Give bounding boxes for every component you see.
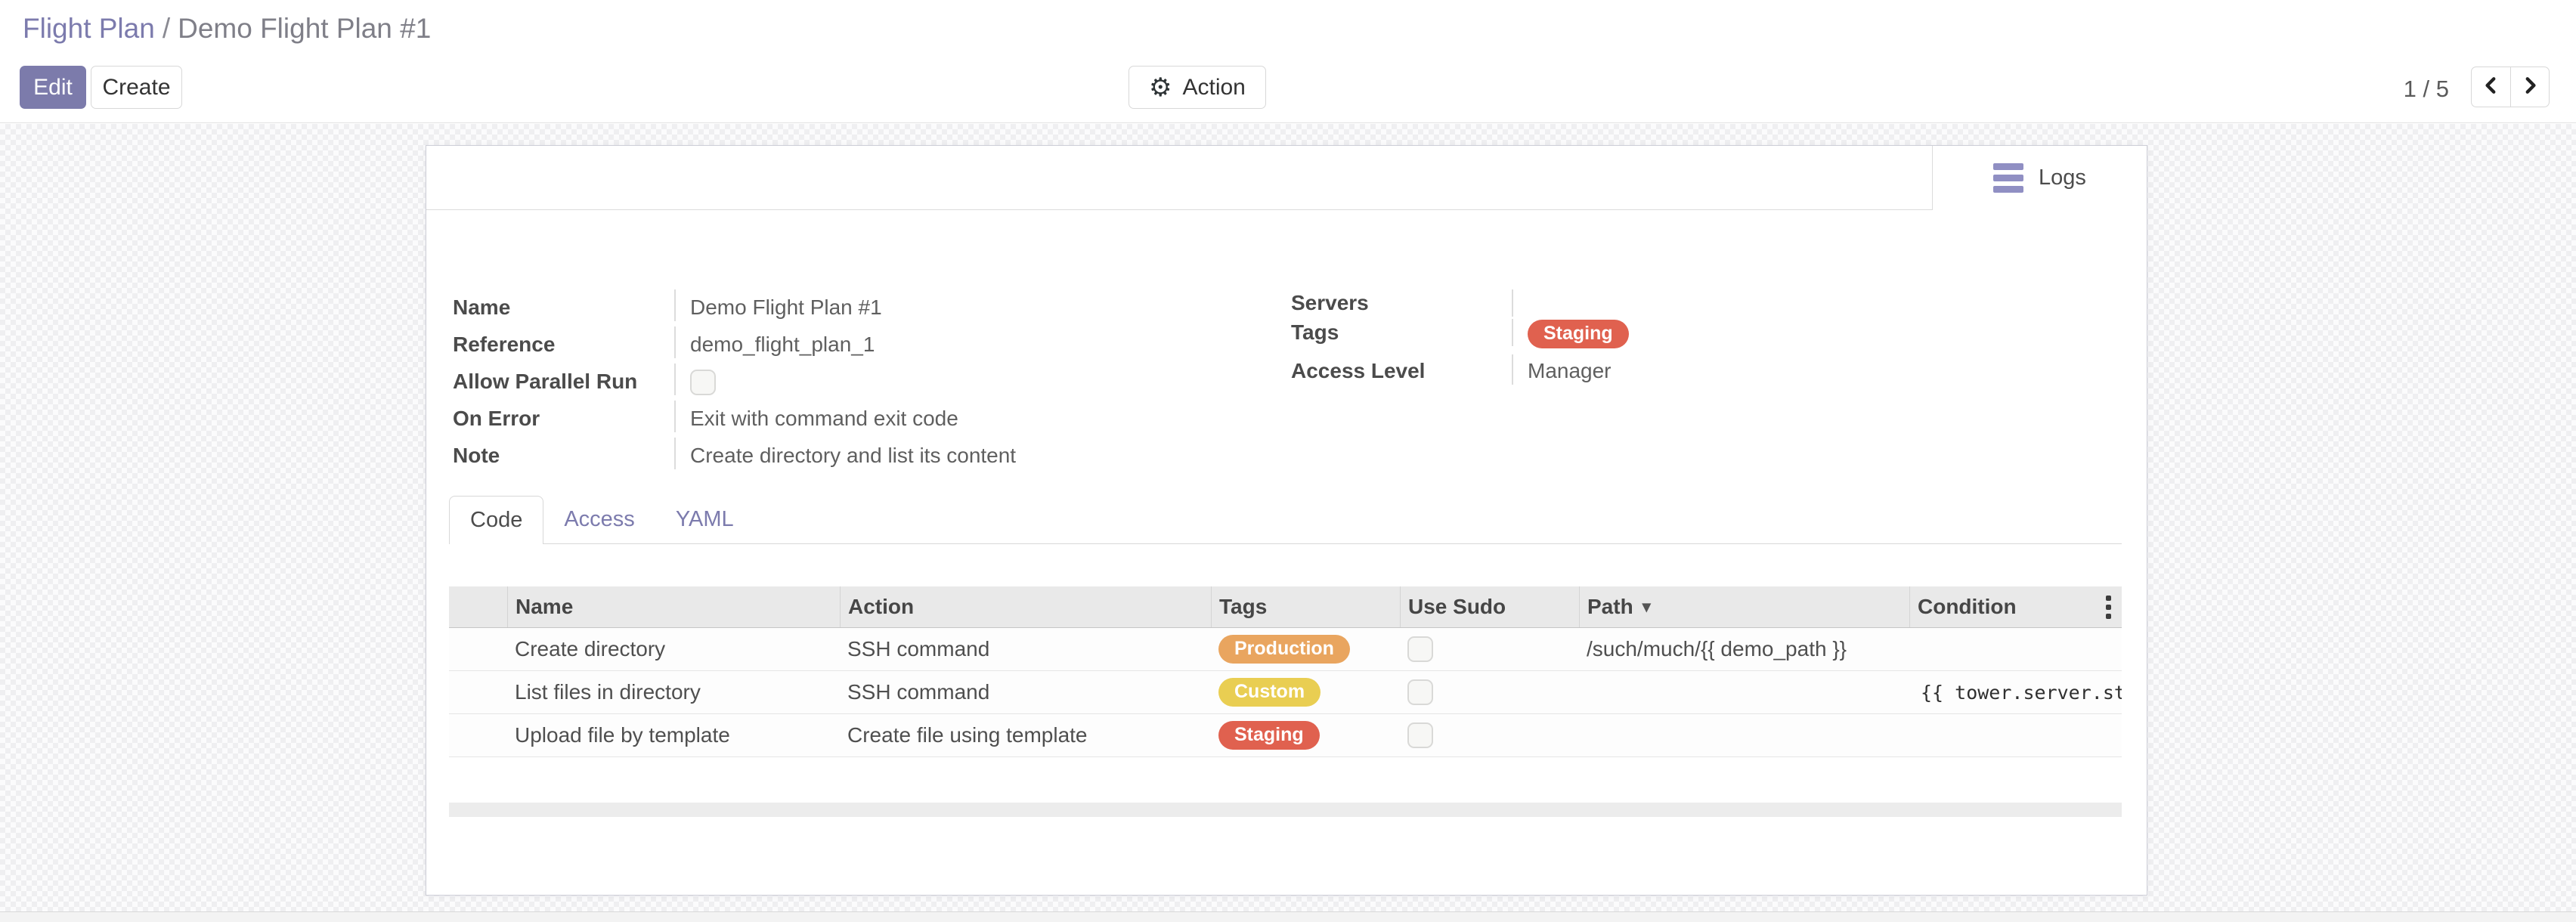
row-action-cell: SSH command [840,637,1211,661]
sort-descending-icon: ▾ [1643,597,1651,617]
breadcrumb-separator: / [155,13,178,44]
field-row-tags: Tags Staging [1287,319,2122,354]
field-row-servers: Servers [1287,289,2122,319]
breadcrumb-parent-link[interactable]: Flight Plan [23,13,155,44]
tag-staging: Staging [1218,721,1320,750]
notebook-tabs: Code Access YAML [449,497,2122,544]
action-menu-button[interactable]: ⚙ Action [1129,66,1266,109]
row-condition-cell: {{ tower.server.st [1909,682,2122,704]
tab-access[interactable]: Access [543,496,655,543]
pager-next-button[interactable] [2510,67,2550,107]
field-row-name: Name Demo Flight Plan #1 [449,289,1265,326]
horizontal-scrollbar[interactable] [449,803,2122,817]
command-list-table: Name Action Tags Use Sudo Path ▾ Conditi… [449,586,2122,757]
allow-parallel-run-checkbox[interactable] [690,370,716,395]
control-panel: Flight Plan/Demo Flight Plan #1 Edit Cre… [0,0,2576,123]
pager [2471,67,2550,107]
row-tags-cell: Production [1211,635,1400,664]
field-row-access-level: Access Level Manager [1287,354,2122,392]
reference-field-value: demo_flight_plan_1 [676,326,875,358]
name-field-label: Name [449,289,676,321]
pager-value[interactable]: 1 / 5 [2404,76,2449,103]
access-level-field-label: Access Level [1287,354,1513,385]
breadcrumb: Flight Plan/Demo Flight Plan #1 [23,12,431,45]
breadcrumb-current: Demo Flight Plan #1 [178,13,431,44]
optional-columns-icon[interactable] [2106,586,2111,628]
tag-custom: Custom [1218,678,1321,707]
row-action-cell: SSH command [840,680,1211,704]
tags-field-label: Tags [1287,319,1513,346]
chevron-right-icon [2520,74,2540,101]
column-header-tags[interactable]: Tags [1211,586,1400,627]
use-sudo-checkbox[interactable] [1407,679,1433,705]
name-field-value: Demo Flight Plan #1 [676,289,882,321]
tab-code[interactable]: Code [449,496,543,544]
servers-field-label: Servers [1287,289,1513,317]
row-name-cell: Create directory [507,637,840,661]
form-sheet: Logs Name Demo Flight Plan #1 Reference … [426,145,2147,896]
row-use-sudo-cell [1400,636,1579,662]
column-header-condition[interactable]: Condition [1909,586,2122,627]
on-error-field-value: Exit with command exit code [676,401,958,432]
tags-field-value: Staging [1513,319,1629,348]
flight-plan-form-view: Flight Plan/Demo Flight Plan #1 Edit Cre… [0,0,2576,922]
column-header-use-sudo[interactable]: Use Sudo [1400,586,1579,627]
row-use-sudo-cell [1400,679,1579,705]
field-row-note: Note Create directory and list its conte… [449,438,1265,475]
logs-stat-button[interactable]: Logs [1932,146,2147,210]
table-row[interactable]: Create directory SSH command Production … [449,628,2122,671]
column-header-handle [449,586,507,627]
row-name-cell: List files in directory [507,680,840,704]
bottom-edge-strip [0,911,2576,922]
field-row-on-error: On Error Exit with command exit code [449,401,1265,438]
use-sudo-checkbox[interactable] [1407,722,1433,748]
create-button[interactable]: Create [91,66,182,109]
field-row-allow-parallel-run: Allow Parallel Run [449,364,1265,401]
pager-previous-button[interactable] [2471,67,2510,107]
gear-icon: ⚙ [1149,75,1172,101]
table-row[interactable]: List files in directory SSH command Cust… [449,671,2122,714]
logs-button-label: Logs [2039,166,2086,190]
table-header-row: Name Action Tags Use Sudo Path ▾ Conditi… [449,586,2122,628]
note-field-label: Note [449,438,676,469]
chevron-left-icon [2482,74,2501,101]
use-sudo-checkbox[interactable] [1407,636,1433,662]
note-field-value: Create directory and list its content [676,438,1016,469]
edit-button[interactable]: Edit [20,66,86,109]
row-path-cell: /such/much/{{ demo_path }} [1579,637,1909,661]
field-row-reference: Reference demo_flight_plan_1 [449,326,1265,364]
tag-production: Production [1218,635,1350,664]
on-error-field-label: On Error [449,401,676,432]
column-header-path-label: Path [1587,595,1633,619]
action-menu-label: Action [1182,75,1245,101]
column-header-name[interactable]: Name [507,586,840,627]
column-header-action[interactable]: Action [840,586,1211,627]
table-row[interactable]: Upload file by template Create file usin… [449,714,2122,757]
row-tags-cell: Staging [1211,721,1400,750]
allow-parallel-run-field-label: Allow Parallel Run [449,364,676,395]
access-level-field-value: Manager [1513,354,1612,385]
button-box: Logs [426,146,2147,210]
allow-parallel-run-field-value [676,364,716,395]
field-group-left: Name Demo Flight Plan #1 Reference demo_… [449,289,1265,475]
list-icon [1993,163,2023,193]
column-header-path[interactable]: Path ▾ [1579,586,1909,627]
reference-field-label: Reference [449,326,676,358]
tab-yaml[interactable]: YAML [655,496,754,543]
field-group-right: Servers Tags Staging Access Level Manage… [1287,289,2122,392]
row-use-sudo-cell [1400,722,1579,748]
row-tags-cell: Custom [1211,678,1400,707]
tag-staging[interactable]: Staging [1528,320,1629,348]
row-action-cell: Create file using template [840,723,1211,747]
row-name-cell: Upload file by template [507,723,840,747]
